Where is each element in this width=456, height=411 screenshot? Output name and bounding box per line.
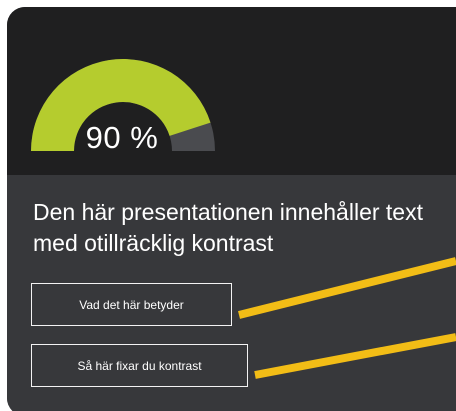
gauge-value: 90 % bbox=[85, 120, 159, 155]
screenshot-stage: 90 % Den här presentationen innehåller t… bbox=[0, 0, 456, 411]
accessibility-message: Den här presentationen innehåller text m… bbox=[33, 199, 423, 256]
what-this-means-button[interactable]: Vad det här betyder bbox=[31, 283, 232, 326]
how-to-fix-contrast-button[interactable]: Så här fixar du kontrast bbox=[31, 344, 248, 387]
card-header: 90 % bbox=[7, 7, 456, 175]
contrast-report-card: 90 % Den här presentationen innehåller t… bbox=[7, 7, 456, 411]
